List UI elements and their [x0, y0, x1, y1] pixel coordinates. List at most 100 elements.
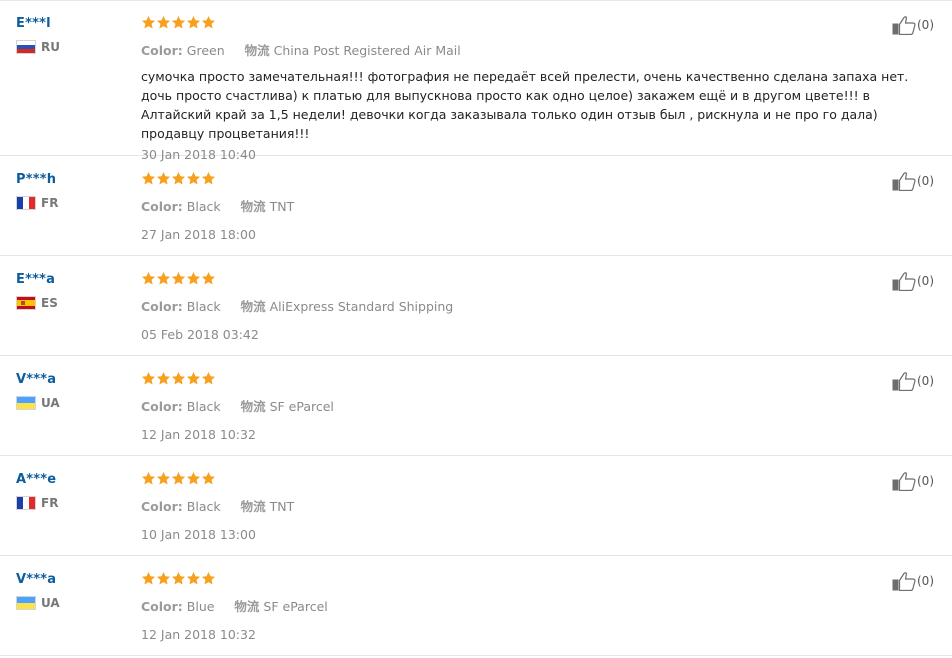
helpful-button[interactable]: (0) — [892, 471, 934, 491]
reviewer-info: E***l RU — [16, 16, 60, 54]
shipping-value: AliExpress Standard Shipping — [269, 299, 454, 314]
shipping-value: TNT — [269, 499, 295, 514]
country-code: ES — [41, 296, 58, 310]
star-icon — [186, 371, 201, 386]
thumbs-up-icon[interactable] — [892, 15, 916, 35]
reviewer-country: UA — [16, 596, 60, 610]
color-label: Color: — [141, 499, 183, 514]
star-icon — [141, 471, 156, 486]
country-code: RU — [41, 40, 60, 54]
review-content: Color: Black 物流 TNT 10 Jan 2018 13:00 — [141, 471, 891, 542]
star-rating — [141, 271, 891, 288]
thumbs-up-icon[interactable] — [892, 171, 916, 191]
star-icon — [141, 15, 156, 30]
color-value: Black — [186, 199, 221, 214]
flag-es-icon — [16, 296, 36, 310]
star-icon — [201, 271, 216, 286]
flag-fr-icon — [16, 196, 36, 210]
review-item: E***l RU Color: Green 物流 China Post Regi… — [0, 0, 952, 162]
helpful-button[interactable]: (0) — [892, 271, 934, 291]
reviewer-info: P***h FR — [16, 172, 58, 210]
logistics-label: 物流 — [240, 299, 266, 314]
logistics-label: 物流 — [240, 199, 266, 214]
country-code: FR — [41, 496, 59, 510]
reviewer-country: FR — [16, 196, 58, 210]
reviewer-name: E***l — [16, 16, 51, 31]
star-icon — [201, 15, 216, 30]
review-text: сумочка просто замечательная!!! фотограф… — [141, 69, 909, 141]
review-item: V***a UA Color: Black 物流 SF eParcel 12 J… — [0, 356, 952, 456]
helpful-button[interactable]: (0) — [892, 571, 934, 591]
star-icon — [201, 171, 216, 186]
reviewer-country: RU — [16, 40, 60, 54]
star-icon — [186, 571, 201, 586]
color-value: Black — [186, 499, 221, 514]
logistics-label: 物流 — [244, 43, 270, 58]
thumbs-up-icon[interactable] — [892, 271, 916, 291]
star-icon — [186, 15, 201, 30]
star-icon — [156, 15, 171, 30]
flag-ua-icon — [16, 596, 36, 610]
star-icon — [156, 171, 171, 186]
color-label: Color: — [141, 599, 183, 614]
reviewer-info: V***a UA — [16, 572, 60, 610]
star-icon — [156, 271, 171, 286]
thumbs-up-icon[interactable] — [892, 371, 916, 391]
star-icon — [171, 271, 186, 286]
reviewer-info: A***e FR — [16, 472, 58, 510]
review-date: 05 Feb 2018 03:42 — [141, 327, 259, 342]
reviewer-info: E***a ES — [16, 272, 58, 310]
star-rating — [141, 171, 891, 188]
thumbs-up-icon[interactable] — [892, 571, 916, 591]
logistics-label: 物流 — [234, 599, 260, 614]
color-label: Color: — [141, 399, 183, 414]
review-content: Color: Green 物流 China Post Registered Ai… — [141, 15, 908, 162]
star-icon — [186, 171, 201, 186]
review-date: 12 Jan 2018 10:32 — [141, 627, 256, 642]
shipping-value: China Post Registered Air Mail — [273, 43, 461, 58]
review-item: A***e FR Color: Black 物流 TNT 10 Jan 2018… — [0, 456, 952, 556]
star-icon — [141, 171, 156, 186]
star-icon — [156, 371, 171, 386]
star-icon — [141, 271, 156, 286]
country-code: FR — [41, 196, 59, 210]
review-item: V***a UA Color: Blue 物流 SF eParcel 12 Ja… — [0, 556, 952, 656]
color-value: Black — [186, 299, 221, 314]
order-info: Color: Black 物流 SF eParcel — [141, 396, 891, 415]
order-info: Color: Blue 物流 SF eParcel — [141, 596, 891, 615]
reviewer-name: E***a — [16, 272, 56, 287]
helpful-button[interactable]: (0) — [892, 15, 934, 35]
review-date: 10 Jan 2018 13:00 — [141, 527, 256, 542]
helpful-count: (0) — [917, 374, 934, 388]
star-icon — [171, 571, 186, 586]
reviewer-country: UA — [16, 396, 60, 410]
star-icon — [201, 371, 216, 386]
flag-ru-icon — [16, 40, 36, 54]
review-content: Color: Black 物流 AliExpress Standard Ship… — [141, 271, 891, 342]
color-label: Color: — [141, 299, 183, 314]
helpful-button[interactable]: (0) — [892, 371, 934, 391]
helpful-count: (0) — [917, 174, 934, 188]
order-info: Color: Black 物流 TNT — [141, 196, 891, 215]
helpful-button[interactable]: (0) — [892, 171, 934, 191]
star-icon — [171, 171, 186, 186]
review-content: Color: Black 物流 TNT 27 Jan 2018 18:00 — [141, 171, 891, 242]
reviewer-name: V***a — [16, 572, 57, 587]
shipping-value: SF eParcel — [263, 599, 328, 614]
logistics-label: 物流 — [240, 499, 266, 514]
reviewer-name: A***e — [16, 472, 57, 487]
star-icon — [156, 571, 171, 586]
star-rating — [141, 371, 891, 388]
helpful-count: (0) — [917, 474, 934, 488]
logistics-label: 物流 — [240, 399, 266, 414]
flag-fr-icon — [16, 496, 36, 510]
review-date: 27 Jan 2018 18:00 — [141, 227, 256, 242]
review-content: Color: Blue 物流 SF eParcel 12 Jan 2018 10… — [141, 571, 891, 642]
thumbs-up-icon[interactable] — [892, 471, 916, 491]
star-icon — [171, 371, 186, 386]
star-icon — [186, 271, 201, 286]
color-value: Green — [186, 43, 225, 58]
star-rating — [141, 15, 891, 32]
star-rating — [141, 471, 891, 488]
reviewer-country: FR — [16, 496, 58, 510]
